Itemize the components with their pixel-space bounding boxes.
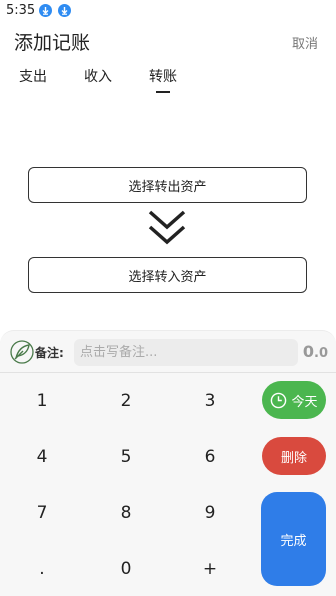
divider [0,372,336,373]
key-0[interactable]: 0 [96,549,156,589]
key-4[interactable]: 4 [12,437,72,477]
today-label: 今天 [291,394,318,410]
feather-icon [10,340,34,364]
remark-row: 备注: 0.0 [0,330,336,374]
key-dot[interactable]: . [12,549,72,589]
download-icon [39,4,52,17]
today-button[interactable]: 今天 [262,381,326,419]
select-from-asset-button[interactable]: 选择转出资产 [28,167,307,203]
double-chevron-down-icon [148,210,186,245]
amount-display: 0.0 [303,342,328,361]
tab-transfer[interactable]: 转账 [149,66,177,86]
tab-active-indicator [156,91,170,93]
tab-income[interactable]: 收入 [84,66,112,86]
select-to-asset-button[interactable]: 选择转入资产 [28,257,307,293]
status-bar: 5:35 [0,0,336,22]
status-time: 5:35 [6,3,36,18]
key-plus[interactable]: + [180,549,240,589]
key-7[interactable]: 7 [12,493,72,533]
download-icon [58,4,71,17]
key-1[interactable]: 1 [12,381,72,421]
remark-label: 备注: [35,346,64,360]
tab-expense[interactable]: 支出 [19,66,47,86]
key-9[interactable]: 9 [180,493,240,533]
key-8[interactable]: 8 [96,493,156,533]
amount-integer: 0 [302,342,315,361]
amount-decimal: .0 [314,346,328,361]
key-3[interactable]: 3 [180,381,240,421]
key-6[interactable]: 6 [180,437,240,477]
delete-button[interactable]: 删除 [262,437,326,475]
done-button[interactable]: 完成 [261,492,326,586]
key-5[interactable]: 5 [96,437,156,477]
page-title: 添加记账 [14,32,91,54]
key-2[interactable]: 2 [96,381,156,421]
clock-icon [271,392,287,408]
cancel-button[interactable]: 取消 [292,33,318,52]
remark-input[interactable] [74,339,298,366]
